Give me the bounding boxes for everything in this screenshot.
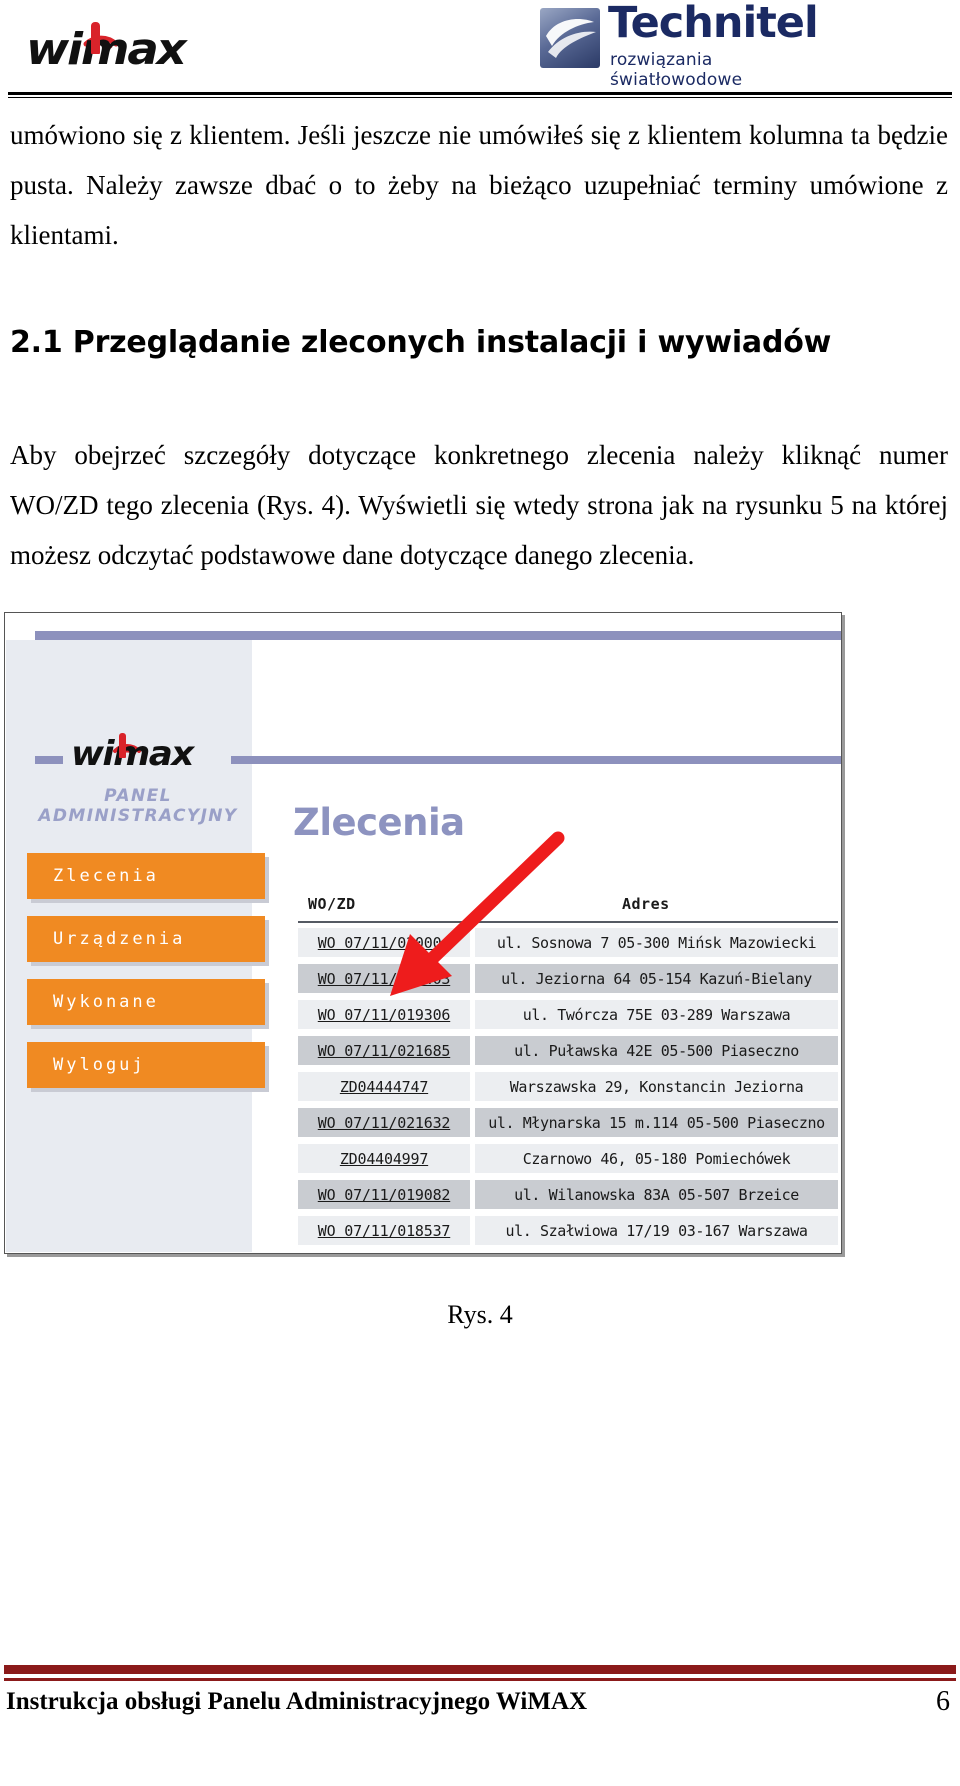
table-row: WO 07/11/019082 ul. Wilanowska 83A 05-507… (298, 1178, 838, 1211)
table-header-row: WO/ZD Adres (298, 891, 838, 923)
address-cell: Warszawska 29, Konstancin Jeziorna (475, 1072, 838, 1101)
screenshot-page-title: Zlecenia (293, 801, 465, 844)
footer-divider (4, 1665, 956, 1674)
order-number-link[interactable]: ZD04444747 (298, 1072, 470, 1101)
section-heading: 2.1 Przeglądanie zleconych instalacji i … (10, 325, 832, 360)
sidebar-nav-label: Urządzenia (53, 929, 186, 949)
table-body: WO 07/11/020004 ul. Sosnowa 7 05-300 Mińs… (298, 926, 838, 1247)
footer-divider-thin (4, 1678, 956, 1681)
sidebar-nav-button[interactable]: Wyloguj (27, 1042, 265, 1088)
address-cell: ul. Szałwiowa 17/19 03-167 Warszawa (475, 1216, 838, 1245)
order-number-text: WO 07/11/019403 (317, 969, 451, 988)
order-number-text: WO 07/11/021685 (317, 1041, 451, 1060)
screenshot-wimax-logo: wimax (63, 725, 231, 781)
screenshot-top-divider (35, 631, 841, 640)
order-number-text: WO 07/11/018537 (317, 1221, 451, 1240)
address-cell: ul. Sosnowa 7 05-300 Mińsk Mazowiecki (475, 928, 838, 957)
sidebar-nav-button[interactable]: Zlecenia (27, 853, 265, 899)
order-number-link[interactable]: WO 07/11/021685 (298, 1036, 470, 1065)
sidebar-nav-button[interactable]: Wykonane (27, 979, 265, 1025)
order-number-text: WO 07/11/019082 (317, 1185, 451, 1204)
sidebar-nav-button[interactable]: Urządzenia (27, 916, 265, 962)
order-number-text: WO 07/11/020004 (317, 933, 451, 952)
order-number-link[interactable]: WO 07/11/019306 (298, 1000, 470, 1029)
wimax-logo: wimax (26, 6, 226, 76)
screenshot-panel-label: PANEL ADMINISTRACYJNY (38, 786, 238, 826)
technitel-logo: Technitel rozwiązania światłowodowe (540, 0, 850, 90)
order-number-text: ZD04444747 (339, 1077, 429, 1096)
sidebar-nav-label: Wyloguj (53, 1055, 146, 1075)
order-number-link[interactable]: WO 07/11/020004 (298, 928, 470, 957)
figure-admin-panel-screenshot: wimax PANEL ADMINISTRACYJNY Zlecenia Urzą… (4, 612, 842, 1254)
order-number-link[interactable]: WO 07/11/021632 (298, 1108, 470, 1137)
sidebar-nav-label: Wykonane (53, 992, 159, 1012)
paragraph-instructions: Aby obejrzeć szczegóły dotyczące konkret… (10, 440, 948, 570)
technitel-mark-icon (540, 8, 600, 68)
address-cell: ul. Wilanowska 83A 05-507 Brzeice (475, 1180, 838, 1209)
order-number-link[interactable]: WO 07/11/019403 (298, 964, 470, 993)
table-row: WO 07/11/019403 ul. Jeziorna 64 05-154 Ka… (298, 962, 838, 995)
technitel-tagline: rozwiązania światłowodowe (610, 50, 743, 90)
address-cell: ul. Młynarska 15 m.114 05-500 Piaseczno (475, 1108, 838, 1137)
screenshot-orders-table: WO/ZD Adres WO 07/11/020004 ul. Sosnowa 7… (298, 891, 838, 1247)
order-number-text: WO 07/11/019306 (317, 1005, 451, 1024)
table-row: ZD04404997 Czarnowo 46, 05-180 Pomiechówe… (298, 1142, 838, 1175)
table-row: WO 07/11/021685 ul. Puławska 42E 05-500 P… (298, 1034, 838, 1067)
screenshot-wimax-wordmark: wimax (71, 734, 194, 774)
column-header-adres: Adres (622, 895, 670, 913)
technitel-wordmark: Technitel (608, 0, 819, 48)
order-number-text: ZD04404997 (339, 1149, 429, 1168)
page-header: wimax Technitel rozwiązania światłowodow… (0, 0, 960, 100)
address-cell: ul. Jeziorna 64 05-154 Kazuń-Bielany (475, 964, 838, 993)
table-row: WO 07/11/019306 ul. Twórcza 75E 03-289 Wa… (298, 998, 838, 1031)
screenshot-antenna-mast (119, 733, 126, 758)
table-row: ZD04444747 Warszawska 29, Konstancin Jezi… (298, 1070, 838, 1103)
table-row: WO 07/11/021632 ul. Młynarska 15 m.114 05… (298, 1106, 838, 1139)
table-row: WO 07/11/018537 ul. Szałwiowa 17/19 03-16… (298, 1214, 838, 1247)
order-number-link[interactable]: ZD04404997 (298, 1144, 470, 1173)
paragraph-intro: umówiono się z klientem. Jeśli jeszcze n… (10, 120, 948, 250)
page-number: 6 (936, 1686, 950, 1717)
sidebar-nav-label: Zlecenia (53, 866, 159, 886)
address-cell: ul. Puławska 42E 05-500 Piaseczno (475, 1036, 838, 1065)
footer-title: Instrukcja obsługi Panelu Administracyjn… (6, 1688, 588, 1715)
order-number-link[interactable]: WO 07/11/019082 (298, 1180, 470, 1209)
header-divider-thin (8, 97, 952, 98)
column-header-wozd: WO/ZD (308, 895, 356, 913)
order-number-link[interactable]: WO 07/11/018537 (298, 1216, 470, 1245)
wimax-antenna-mast (91, 22, 100, 54)
address-cell: ul. Twórcza 75E 03-289 Warszawa (475, 1000, 838, 1029)
address-cell: Czarnowo 46, 05-180 Pomiechówek (475, 1144, 838, 1173)
table-row: WO 07/11/020004 ul. Sosnowa 7 05-300 Mińs… (298, 926, 838, 959)
figure-caption: Rys. 4 (447, 1300, 513, 1329)
wimax-wordmark: wimax (26, 24, 187, 75)
header-divider (8, 92, 952, 95)
screenshot-sidebar-nav: Zlecenia Urządzenia Wykonane Wyloguj (27, 853, 269, 1105)
order-number-text: WO 07/11/021632 (317, 1113, 451, 1132)
